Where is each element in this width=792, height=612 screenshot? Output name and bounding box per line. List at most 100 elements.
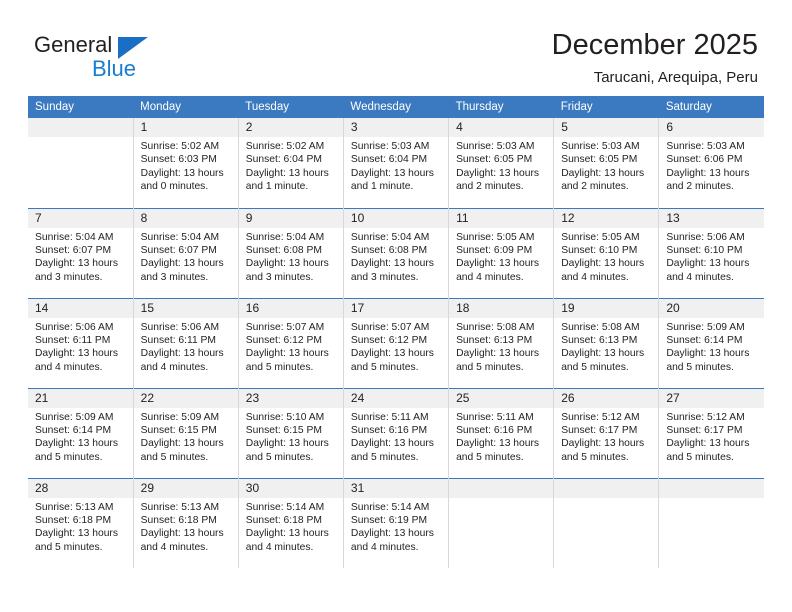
calendar-day-cell[interactable]: 27 Sunrise: 5:12 AM Sunset: 6:17 PM Dayligh…: [658, 387, 764, 478]
day-info-line: and 1 minute.: [245, 181, 309, 193]
day-info-line: and 4 minutes.: [35, 361, 103, 373]
day-sun-info: Sunrise: 5:09 AM Sunset: 6:14 PM Daylight:…: [659, 318, 764, 375]
day-info-line: and 4 minutes.: [245, 541, 314, 553]
day-info-line: Sunrise: 5:10 AM: [245, 411, 325, 423]
day-info-line: Sunrise: 5:14 AM: [245, 501, 325, 513]
day-info-line: and 5 minutes.: [35, 541, 103, 553]
day-info-line: Sunset: 6:19 PM: [350, 514, 428, 526]
calendar-day-cell[interactable]: 22 Sunrise: 5:09 AM Sunset: 6:15 PM Dayligh…: [133, 387, 239, 478]
day-info-line: Daylight: 13 hours: [666, 258, 750, 270]
day-info-line: Sunrise: 5:09 AM: [35, 411, 114, 423]
day-info-line: Sunrise: 5:13 AM: [35, 501, 114, 513]
day-info-line: Sunrise: 5:06 AM: [666, 231, 745, 243]
calendar-day-cell[interactable]: 24 Sunrise: 5:11 AM Sunset: 6:16 PM Dayligh…: [343, 387, 450, 478]
day-info-line: Sunset: 6:15 PM: [245, 424, 322, 436]
calendar-day-cell[interactable]: 25 Sunrise: 5:11 AM Sunset: 6:16 PM Dayligh…: [448, 387, 555, 478]
day-sun-info: Sunrise: 5:06 AM Sunset: 6:11 PM Daylight:…: [134, 318, 238, 375]
calendar-day-cell[interactable]: 15 Sunrise: 5:06 AM Sunset: 6:11 PM Dayligh…: [133, 297, 239, 388]
day-info-line: Sunset: 6:11 PM: [140, 334, 217, 346]
day-info-line: Sunrise: 5:03 AM: [456, 141, 535, 152]
calendar-day-cell[interactable]: 10 Sunrise: 5:04 AM Sunset: 6:08 PM Dayligh…: [343, 207, 450, 298]
day-sun-info: Sunrise: 5:03 AM Sunset: 6:05 PM Daylight:…: [554, 137, 658, 194]
calendar-day-cell[interactable]: 23 Sunrise: 5:10 AM Sunset: 6:15 PM Dayligh…: [238, 387, 344, 478]
weekday-header-thursday: Thursday: [448, 96, 554, 118]
day-info-line: Daylight: 13 hours: [350, 348, 434, 360]
calendar-body: 1 Sunrise: 5:02 AM Sunset: 6:03 PM Daylight…: [28, 118, 764, 568]
day-info-line: Daylight: 13 hours: [666, 438, 750, 450]
day-info-line: and 5 minutes.: [245, 361, 314, 373]
day-number: [449, 478, 554, 498]
calendar-day-cell[interactable]: 13 Sunrise: 5:06 AM Sunset: 6:10 PM Dayligh…: [658, 207, 764, 298]
calendar-day-cell[interactable]: 1 Sunrise: 5:02 AM Sunset: 6:03 PM Daylight…: [133, 118, 239, 208]
calendar-week-row: 7 Sunrise: 5:04 AM Sunset: 6:07 PM Daylight…: [28, 207, 764, 298]
day-info-line: Sunset: 6:06 PM: [666, 154, 743, 166]
weekday-header-friday: Friday: [553, 96, 659, 118]
day-info-line: Daylight: 13 hours: [245, 167, 329, 179]
day-number: 30: [238, 478, 343, 498]
day-info-line: Sunrise: 5:11 AM: [350, 411, 429, 423]
day-sun-info: Sunrise: 5:09 AM Sunset: 6:15 PM Daylight:…: [134, 408, 238, 465]
day-info-line: Daylight: 13 hours: [140, 167, 224, 179]
calendar-day-cell[interactable]: 31 Sunrise: 5:14 AM Sunset: 6:19 PM Dayligh…: [343, 477, 450, 568]
day-sun-info: Sunrise: 5:08 AM Sunset: 6:13 PM Daylight:…: [449, 318, 553, 375]
day-info-line: Sunset: 6:08 PM: [245, 244, 322, 256]
calendar-day-cell[interactable]: 5 Sunrise: 5:03 AM Sunset: 6:05 PM Daylight…: [553, 118, 660, 208]
day-info-line: and 1 minute.: [350, 181, 414, 193]
day-info-line: and 5 minutes.: [456, 361, 524, 373]
day-sun-info: Sunrise: 5:03 AM Sunset: 6:05 PM Daylight:…: [449, 137, 553, 194]
day-info-line: Sunrise: 5:07 AM: [350, 321, 430, 333]
calendar-day-cell[interactable]: 16 Sunrise: 5:07 AM Sunset: 6:12 PM Dayligh…: [238, 297, 344, 388]
day-number: 9: [238, 208, 343, 228]
calendar-day-cell[interactable]: 28 Sunrise: 5:13 AM Sunset: 6:18 PM Dayligh…: [28, 477, 134, 568]
calendar-day-cell[interactable]: 18 Sunrise: 5:08 AM Sunset: 6:13 PM Dayligh…: [448, 297, 555, 388]
day-info-line: Daylight: 13 hours: [561, 167, 645, 179]
calendar-day-cell[interactable]: 21 Sunrise: 5:09 AM Sunset: 6:14 PM Dayligh…: [28, 387, 134, 478]
day-number: 13: [659, 208, 764, 228]
calendar-day-cell[interactable]: 3 Sunrise: 5:03 AM Sunset: 6:04 PM Daylight…: [343, 118, 450, 208]
day-info-line: Sunset: 6:04 PM: [245, 154, 322, 166]
day-info-line: Sunset: 6:18 PM: [140, 514, 217, 526]
day-info-line: Sunset: 6:04 PM: [350, 154, 428, 166]
day-info-line: and 4 minutes.: [666, 271, 734, 283]
calendar-day-cell[interactable]: 14 Sunrise: 5:06 AM Sunset: 6:11 PM Dayligh…: [28, 297, 134, 388]
calendar-day-cell[interactable]: 4 Sunrise: 5:03 AM Sunset: 6:05 PM Daylight…: [448, 118, 555, 208]
day-number: 10: [343, 208, 449, 228]
day-info-line: Sunset: 6:13 PM: [456, 334, 533, 346]
day-number: 15: [133, 298, 238, 318]
calendar-day-cell[interactable]: 9 Sunrise: 5:04 AM Sunset: 6:08 PM Daylight…: [238, 207, 344, 298]
calendar-day-cell[interactable]: 6 Sunrise: 5:03 AM Sunset: 6:06 PM Daylight…: [658, 118, 764, 208]
day-info-line: Daylight: 13 hours: [456, 167, 540, 179]
day-number: 31: [343, 478, 449, 498]
day-info-line: and 3 minutes.: [35, 271, 103, 283]
weekday-header-monday: Monday: [133, 96, 239, 118]
day-number: 17: [343, 298, 449, 318]
day-number: 22: [133, 388, 238, 408]
weekday-header-wednesday: Wednesday: [343, 96, 449, 118]
day-info-line: Sunrise: 5:03 AM: [666, 141, 745, 152]
calendar-day-cell[interactable]: 8 Sunrise: 5:04 AM Sunset: 6:07 PM Daylight…: [133, 207, 239, 298]
calendar-day-cell[interactable]: 2 Sunrise: 5:02 AM Sunset: 6:04 PM Daylight…: [238, 118, 344, 208]
day-info-line: Sunrise: 5:05 AM: [561, 231, 640, 243]
day-info-line: Sunset: 6:10 PM: [666, 244, 743, 256]
calendar-day-cell[interactable]: 30 Sunrise: 5:14 AM Sunset: 6:18 PM Dayligh…: [238, 477, 344, 568]
day-info-line: Daylight: 13 hours: [245, 258, 329, 270]
day-info-line: Sunset: 6:10 PM: [561, 244, 638, 256]
calendar-day-cell[interactable]: 20 Sunrise: 5:09 AM Sunset: 6:14 PM Dayligh…: [658, 297, 764, 388]
day-info-line: and 5 minutes.: [350, 361, 419, 373]
day-number: 23: [238, 388, 343, 408]
day-info-line: Daylight: 13 hours: [350, 528, 434, 540]
calendar-day-cell[interactable]: 12 Sunrise: 5:05 AM Sunset: 6:10 PM Dayligh…: [553, 207, 660, 298]
calendar-day-cell[interactable]: 11 Sunrise: 5:05 AM Sunset: 6:09 PM Dayligh…: [448, 207, 555, 298]
calendar-day-cell[interactable]: 26 Sunrise: 5:12 AM Sunset: 6:17 PM Dayligh…: [553, 387, 660, 478]
calendar-day-cell[interactable]: 17 Sunrise: 5:07 AM Sunset: 6:12 PM Dayligh…: [343, 297, 450, 388]
day-number: 16: [238, 298, 343, 318]
day-sun-info: Sunrise: 5:14 AM Sunset: 6:19 PM Daylight:…: [344, 498, 448, 555]
calendar-day-cell[interactable]: 29 Sunrise: 5:13 AM Sunset: 6:18 PM Dayligh…: [133, 477, 239, 568]
calendar-day-cell[interactable]: 19 Sunrise: 5:08 AM Sunset: 6:13 PM Dayligh…: [553, 297, 660, 388]
day-sun-info: Sunrise: 5:06 AM Sunset: 6:11 PM Daylight:…: [28, 318, 133, 375]
calendar-day-cell[interactable]: 7 Sunrise: 5:04 AM Sunset: 6:07 PM Daylight…: [28, 207, 134, 298]
day-number: [659, 478, 764, 498]
day-info-line: and 4 minutes.: [140, 361, 209, 373]
day-info-line: Daylight: 13 hours: [35, 438, 118, 450]
day-info-line: Sunset: 6:12 PM: [350, 334, 428, 346]
